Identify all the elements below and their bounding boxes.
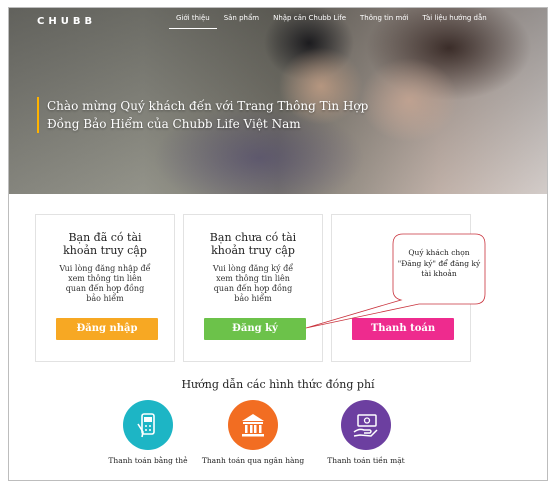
page-frame: CHUBB Giới thiệu Sản phẩm Nhập cản Chubb… xyxy=(8,7,548,481)
pay-method-card[interactable]: Thanh toán bằng thẻ xyxy=(93,400,203,465)
card-terminal-icon xyxy=(123,400,173,450)
pay-method-card-label: Thanh toán bằng thẻ xyxy=(108,456,188,465)
bank-icon xyxy=(228,400,278,450)
cash-icon xyxy=(341,400,391,450)
payment-guide-title: Hướng dẫn các hình thức đóng phí xyxy=(181,378,375,391)
pay-method-cash-label: Thanh toán tiền mặt xyxy=(327,456,405,465)
pay-method-bank-label: Thanh toán qua ngân hàng xyxy=(201,456,305,465)
pay-method-bank[interactable]: Thanh toán qua ngân hàng xyxy=(198,400,308,465)
pay-method-cash[interactable]: Thanh toán tiền mặt xyxy=(311,400,421,465)
callout-text: Quý khách chọn "Đăng ký" để đăng ký tài … xyxy=(397,248,481,278)
